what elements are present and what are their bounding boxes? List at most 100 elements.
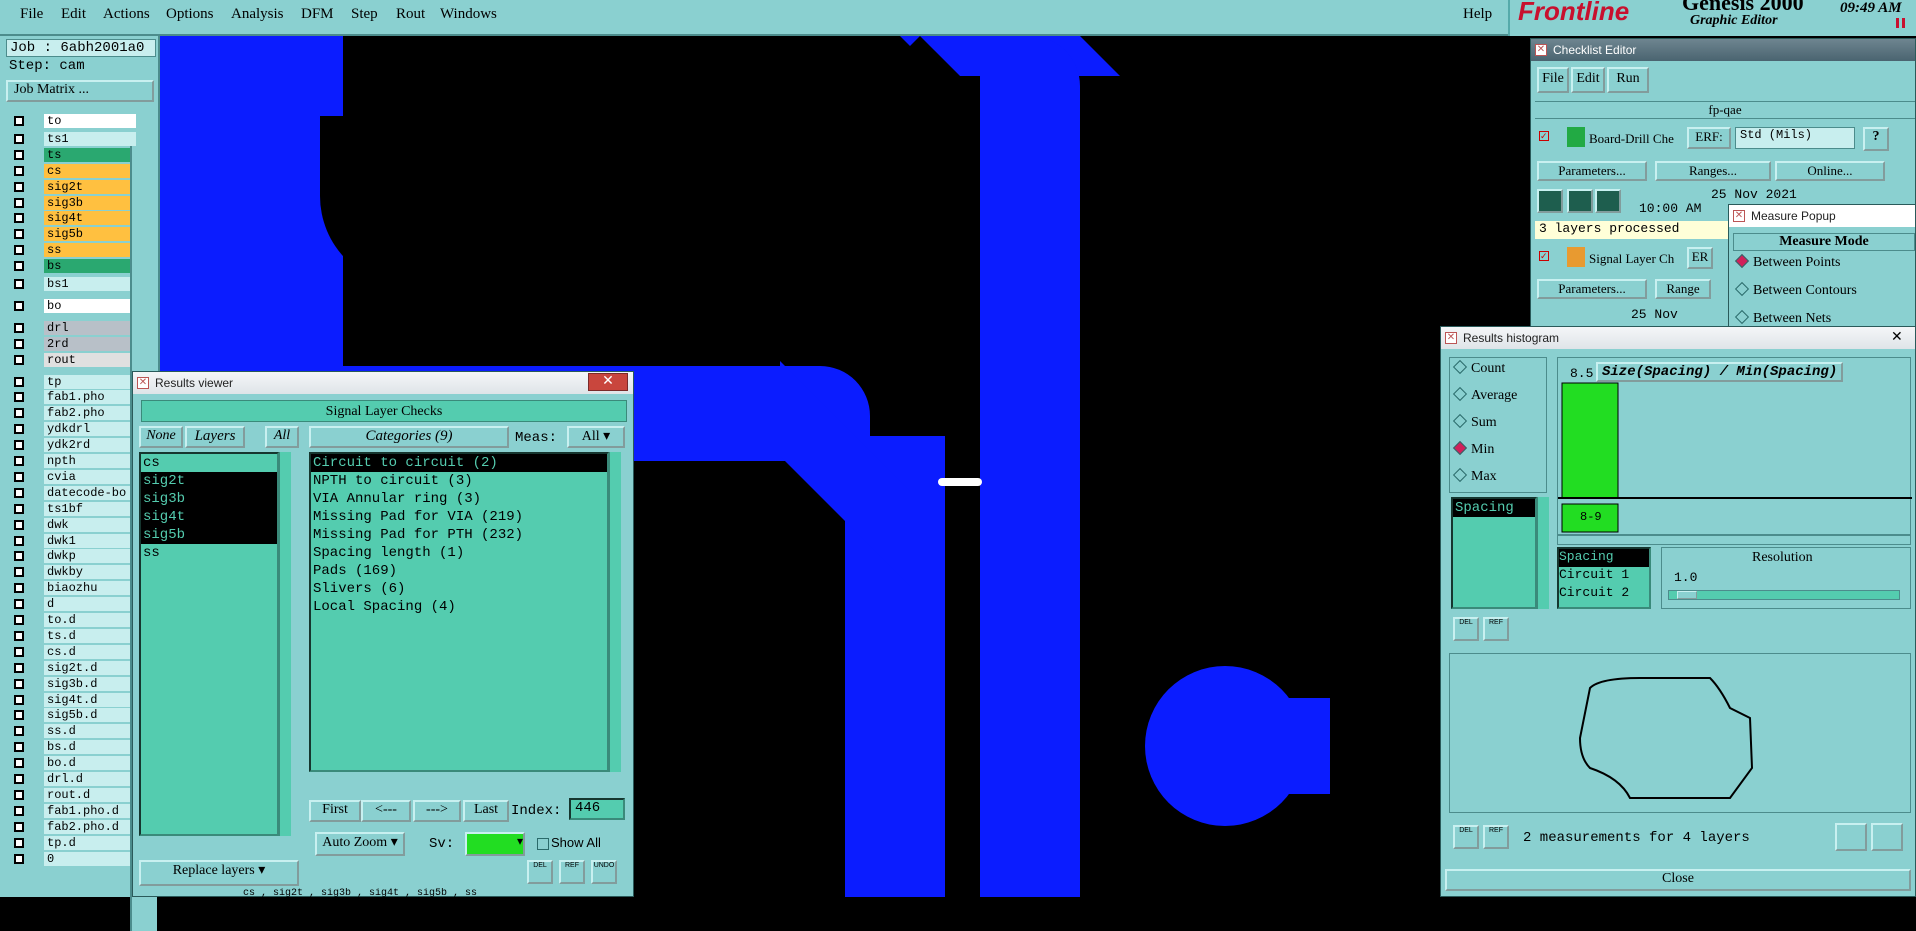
layer-row-2rd[interactable]: 2rd [10,336,136,351]
layer-checkbox[interactable] [14,805,24,816]
layer-row-biaozhu[interactable]: biaozhu [10,581,136,596]
layer-item[interactable]: sig2t [141,472,277,490]
layer-checkbox[interactable] [14,487,24,498]
layer-checkbox[interactable] [14,758,24,769]
category-item[interactable]: NPTH to circuit (3) [311,472,607,490]
layer-checkbox[interactable] [14,742,24,753]
layer-row-datecode-bo[interactable]: datecode-bo [10,485,136,500]
layer-checkbox[interactable] [14,149,24,160]
category-item[interactable]: VIA Annular ring (3) [311,490,607,508]
erf-value[interactable]: Std (Mils) [1735,127,1855,149]
resolution-slider[interactable] [1668,590,1900,600]
close-icon[interactable]: ✕ [588,373,628,391]
layer-row-dwk1[interactable]: dwk1 [10,533,136,548]
online-button[interactable]: Online... [1775,161,1885,181]
menu-windows[interactable]: Windows [440,6,497,23]
layer-checkbox[interactable] [14,774,24,784]
layer-checkbox[interactable] [14,503,24,514]
checklist-menu-run[interactable]: Run [1607,67,1649,93]
layer-listbox[interactable]: cs sig2t sig3b sig4t sig5b ss [139,452,279,836]
layer-row-ts1bf[interactable]: ts1bf [10,501,136,516]
layer-checkbox[interactable] [14,440,24,451]
layer-row-sig4t-d[interactable]: sig4t.d [10,692,136,707]
parameters-button-2[interactable]: Parameters... [1537,279,1647,299]
layer-checkbox[interactable] [14,567,24,578]
close-icon[interactable]: ✕ [1891,329,1903,346]
layer-row-to-d[interactable]: to.d [10,613,136,627]
layer-row-sig2t[interactable]: sig2t [10,179,136,194]
layer-checkbox[interactable] [14,694,24,705]
layer-row-0[interactable]: 0 [10,851,136,866]
column-item[interactable]: Circuit 1 [1559,567,1649,585]
layer-row-dwkby[interactable]: dwkby [10,565,136,580]
layer-row-drl[interactable]: drl [10,320,136,335]
layer-checkbox[interactable] [14,662,24,673]
category-item[interactable]: Local Spacing (4) [311,598,607,616]
layer-checkbox[interactable] [14,583,24,594]
sv-color-dropdown[interactable]: ▾ [465,832,525,856]
layer-checkbox[interactable] [14,789,24,800]
histogram-bar[interactable] [1561,382,1619,499]
layer-row-bs[interactable]: bs [10,259,136,274]
checklist-menu-edit[interactable]: Edit [1571,67,1605,93]
auto-zoom-dropdown[interactable]: Auto Zoom ▾ [315,832,405,856]
layer-checkbox[interactable] [14,471,24,482]
menu-file[interactable]: File [20,6,43,23]
layer-checkbox[interactable] [14,354,24,365]
layer-row-sig2t-d[interactable]: sig2t.d [10,660,136,675]
run-icon[interactable] [1567,189,1593,213]
layer-row-dwk[interactable]: dwk [10,517,136,532]
layer-item[interactable]: sig5b [141,526,277,544]
menu-edit[interactable]: Edit [61,6,86,23]
layer-row-sig3b-d[interactable]: sig3b.d [10,676,136,691]
option-max[interactable]: Max [1452,467,1497,485]
layer-checkbox[interactable] [14,133,24,144]
layer-checkbox[interactable] [14,181,24,192]
layer-checkbox[interactable] [14,535,24,546]
layer-checkbox[interactable] [14,853,24,864]
category-item[interactable]: Circuit to circuit (2) [311,454,607,472]
layer-checkbox[interactable] [14,338,24,349]
layer-row-ydk2rd[interactable]: ydk2rd [10,438,136,453]
layer-row-to[interactable]: to [10,114,136,128]
ref-button[interactable]: REF [1483,617,1509,641]
check-icon[interactable]: ✓ [1539,251,1549,261]
menu-rout[interactable]: Rout [396,6,425,23]
layer-checkbox[interactable] [14,456,24,466]
mode-between-points[interactable]: Between Points [1734,253,1841,271]
categories-listbox[interactable]: Circuit to circuit (2) NPTH to circuit (3… [309,452,609,772]
show-all-checkbox[interactable] [537,838,549,850]
layer-row-bo-d[interactable]: bo.d [10,756,136,771]
layer-row-ts-d[interactable]: ts.d [10,628,136,643]
layer-row-sig4t[interactable]: sig4t [10,211,136,226]
results-viewer-titlebar[interactable]: ✕ Results viewer [133,372,633,394]
del-button[interactable]: DEL [1453,617,1479,641]
layer-row-fab2-pho[interactable]: fab2.pho [10,406,136,421]
measure-item[interactable]: Spacing [1453,499,1535,517]
layer-row-ss[interactable]: ss [10,243,136,258]
menu-step[interactable]: Step [351,6,378,23]
zoom-icon[interactable] [1835,823,1867,851]
category-item[interactable]: Missing Pad for PTH (232) [311,526,607,544]
layer-checkbox[interactable] [14,678,24,689]
run-icon[interactable] [1537,189,1563,213]
column-item[interactable]: Spacing [1559,549,1649,567]
mode-between-nets[interactable]: Between Nets [1734,309,1831,327]
layer-row-bs1[interactable]: bs1 [10,277,136,291]
layer-checkbox[interactable] [14,726,24,737]
layer-checkbox[interactable] [14,551,24,562]
layer-row-bs-d[interactable]: bs.d [10,740,136,755]
layer-checkbox[interactable] [14,245,24,256]
checklist-titlebar[interactable]: ✕ Checklist Editor [1531,39,1915,61]
category-item[interactable]: Missing Pad for VIA (219) [311,508,607,526]
category-item[interactable]: Pads (169) [311,562,607,580]
prev-button[interactable]: <--- [361,800,411,822]
check-icon[interactable]: ✓ [1539,131,1549,141]
layer-row-rout[interactable]: rout [10,352,136,367]
layer-checkbox[interactable] [14,229,24,240]
del-button-2[interactable]: DEL [1453,825,1479,849]
menu-dfm[interactable]: DFM [301,6,334,23]
layer-row-drl-d[interactable]: drl.d [10,772,136,786]
layer-row-dwkp[interactable]: dwkp [10,549,136,564]
category-item[interactable]: Slivers (6) [311,580,607,598]
